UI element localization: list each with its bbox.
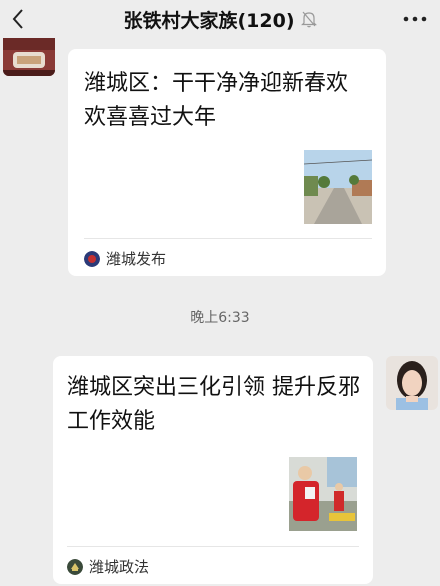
timestamp: 晚上6:33 bbox=[190, 310, 250, 326]
article-thumbnail bbox=[304, 150, 372, 224]
avatar-photo-icon bbox=[386, 356, 438, 410]
article-card[interactable]: 潍城区：干干净净迎新春欢欢喜喜过大年 潍城发布 bbox=[68, 49, 386, 276]
card-divider bbox=[84, 238, 372, 239]
back-button[interactable] bbox=[0, 0, 36, 38]
chevron-left-icon bbox=[12, 9, 23, 29]
article-thumbnail bbox=[289, 457, 357, 531]
article-source: 潍城政法 bbox=[67, 556, 149, 577]
road-photo-icon bbox=[304, 150, 372, 224]
more-dots-icon bbox=[403, 16, 427, 22]
source-name: 潍城发布 bbox=[106, 250, 167, 268]
bell-off-icon bbox=[300, 11, 317, 28]
source-logo-icon bbox=[84, 250, 100, 267]
chat-header: 张铁村大家族(120) bbox=[0, 0, 440, 38]
article-source: 潍城发布 bbox=[84, 248, 166, 269]
article-title: 潍城区突出三化引领 提升反邪工作效能 bbox=[67, 375, 360, 434]
chat-title: 张铁村大家族(120) bbox=[123, 9, 295, 32]
more-button[interactable] bbox=[398, 0, 432, 38]
self-avatar[interactable] bbox=[386, 356, 438, 410]
source-name: 潍城政法 bbox=[89, 558, 150, 576]
workers-photo-icon bbox=[289, 457, 357, 531]
article-card[interactable]: 潍城区突出三化引领 提升反邪工作效能 潍城政法 bbox=[53, 356, 373, 584]
article-title: 潍城区：干干净净迎新春欢欢喜喜过大年 bbox=[84, 71, 349, 130]
chat-title-area: 张铁村大家族(120) bbox=[60, 0, 380, 38]
source-logo-icon bbox=[67, 558, 83, 575]
card-divider bbox=[67, 546, 359, 547]
